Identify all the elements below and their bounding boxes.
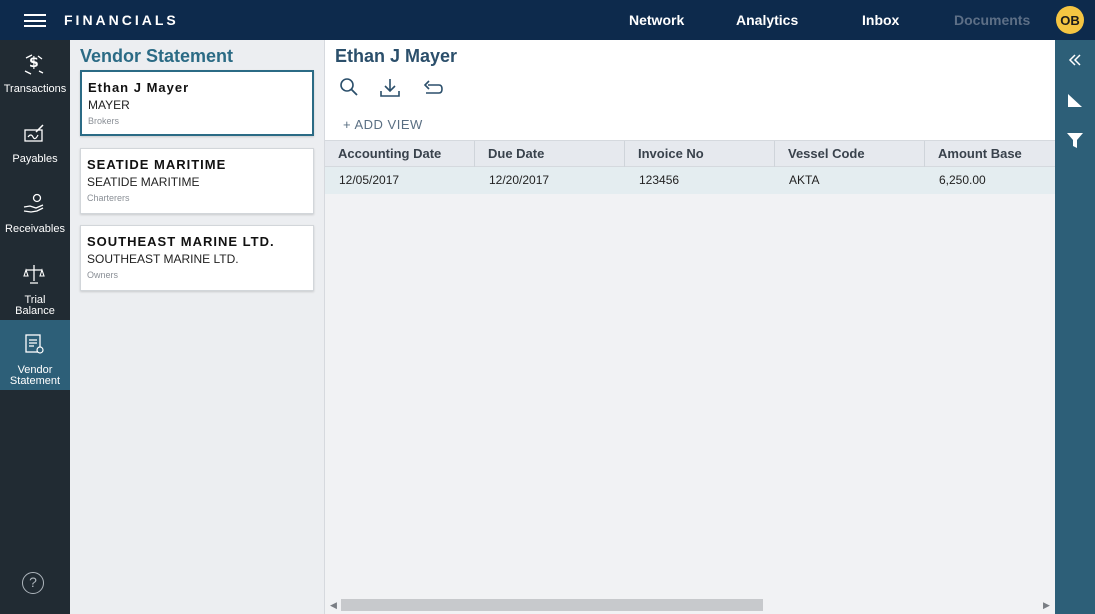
sidebar-item-transactions[interactable]: $ Transactions <box>0 40 70 110</box>
vendor-short-name: SEATIDE MARITIME <box>87 175 200 189</box>
sidebar-item-trial-balance[interactable]: Trial Balance <box>0 250 70 320</box>
scrollbar-thumb[interactable] <box>341 599 763 611</box>
vendor-short-name: SOUTHEAST MARINE LTD. <box>87 252 239 266</box>
svg-text:$: $ <box>29 55 39 71</box>
top-bar: FINANCIALS Network Analytics Inbox Docum… <box>0 0 1095 40</box>
column-header-amount-base[interactable]: Amount Base <box>925 141 1055 167</box>
user-avatar[interactable]: OB <box>1056 6 1084 34</box>
vendor-list-panel: Vendor Statement Ethan J Mayer MAYER Bro… <box>70 40 325 614</box>
hamburger-menu-icon[interactable] <box>24 14 46 27</box>
main-content: Ethan J Mayer + ADD VIEW Accounting Date… <box>325 40 1055 614</box>
add-view-button[interactable]: + ADD VIEW <box>343 117 423 132</box>
filter-icon[interactable] <box>1065 130 1085 150</box>
vendor-card[interactable]: SEATIDE MARITIME SEATIDE MARITIME Charte… <box>80 148 314 214</box>
scale-icon <box>23 265 45 284</box>
sidebar-label-receivables: Receivables <box>5 223 65 235</box>
table-header: Accounting Date Due Date Invoice No Vess… <box>325 140 1055 167</box>
app-title: FINANCIALS <box>64 12 179 28</box>
cell-vessel-code: AKTA <box>789 173 820 187</box>
nav-analytics[interactable]: Analytics <box>736 12 798 28</box>
help-icon[interactable]: ? <box>22 572 44 594</box>
vendor-name: Ethan J Mayer <box>88 80 190 95</box>
dollar-transfer-icon: $ <box>24 54 44 75</box>
sidebar-label-statement: Statement <box>9 375 61 387</box>
sidebar-item-vendor-statement[interactable]: Vendor Statement <box>0 320 70 390</box>
vendor-type: Owners <box>87 270 119 280</box>
page-title: Ethan J Mayer <box>335 46 458 66</box>
sidebar-label-transactions: Transactions <box>3 83 67 95</box>
vendor-card[interactable]: SOUTHEAST MARINE LTD. SOUTHEAST MARINE L… <box>80 225 314 291</box>
sidebar-item-payables[interactable]: Payables <box>0 110 70 180</box>
collapse-double-chevron-icon[interactable] <box>1065 50 1085 70</box>
sidebar-label-balance: Balance <box>15 305 55 317</box>
column-header-vessel-code[interactable]: Vessel Code <box>775 141 925 167</box>
vendor-short-name: MAYER <box>88 98 130 112</box>
download-icon[interactable] <box>378 76 402 100</box>
table-row[interactable]: 12/05/2017 12/20/2017 123456 AKTA 6,250.… <box>325 167 1055 194</box>
horizontal-scrollbar[interactable]: ◀ ▶ <box>325 597 1055 614</box>
right-rail <box>1055 40 1095 614</box>
cell-due-date: 12/20/2017 <box>489 173 550 187</box>
sidebar-label-payables: Payables <box>12 153 58 165</box>
vendor-card[interactable]: Ethan J Mayer MAYER Brokers <box>80 70 314 136</box>
column-header-invoice-no[interactable]: Invoice No <box>625 141 775 167</box>
column-header-due-date[interactable]: Due Date <box>475 141 625 167</box>
ruler-triangle-icon[interactable] <box>1065 90 1085 110</box>
main-header: Ethan J Mayer + ADD VIEW <box>325 40 1055 140</box>
nav-network[interactable]: Network <box>629 12 684 28</box>
sidebar-item-receivables[interactable]: Receivables <box>0 180 70 250</box>
search-icon[interactable] <box>337 76 361 100</box>
hand-coins-icon <box>23 193 44 213</box>
statement-icon <box>25 334 44 354</box>
signature-pen-icon <box>24 124 44 142</box>
cell-invoice-no: 123456 <box>639 173 680 187</box>
column-header-accounting-date[interactable]: Accounting Date <box>325 141 475 167</box>
vendor-panel-title: Vendor Statement <box>80 46 234 66</box>
vendor-type: Brokers <box>88 116 120 126</box>
vendor-type: Charterers <box>87 193 130 203</box>
nav-documents[interactable]: Documents <box>954 12 1030 28</box>
scroll-right-arrow-icon[interactable]: ▶ <box>1043 600 1050 611</box>
vendor-name: SEATIDE MARITIME <box>87 157 227 172</box>
scroll-left-arrow-icon[interactable]: ◀ <box>330 600 337 611</box>
cell-amount-base: 6,250.00 <box>939 173 986 187</box>
reset-icon[interactable] <box>421 76 445 100</box>
left-sidebar: $ Transactions Payables Receivables Tria… <box>0 40 70 614</box>
cell-accounting-date: 12/05/2017 <box>339 173 400 187</box>
vendor-name: SOUTHEAST MARINE LTD. <box>87 234 275 249</box>
nav-inbox[interactable]: Inbox <box>862 12 899 28</box>
